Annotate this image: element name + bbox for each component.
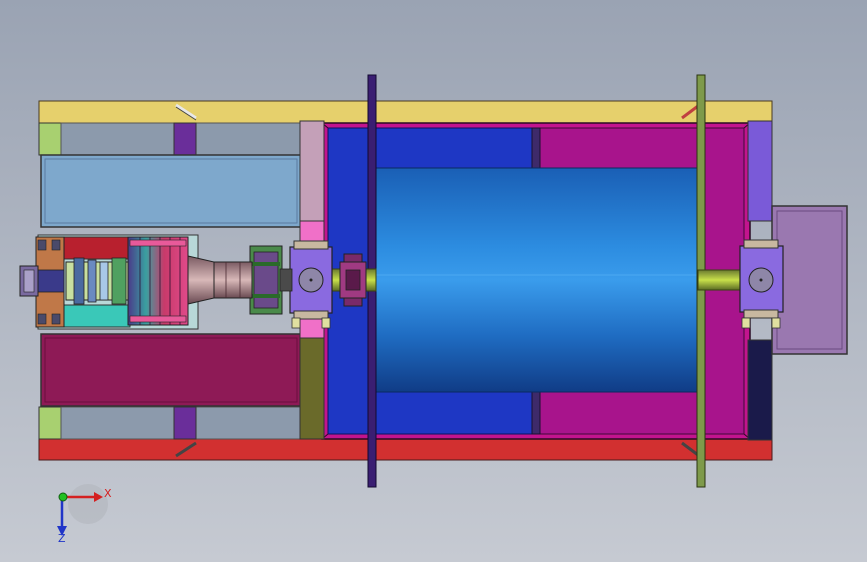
gear-reducer-flange-bottom <box>129 315 187 323</box>
cad-viewport[interactable]: X Z <box>0 0 867 562</box>
frame-top-beam <box>38 100 773 124</box>
frame-left-post-top <box>38 122 62 156</box>
panel-light-top[interactable] <box>40 154 302 228</box>
z-axis-label: Z <box>58 532 66 545</box>
shaft-right[interactable] <box>697 269 743 291</box>
shaft-coupling[interactable] <box>249 245 293 315</box>
support-column-right-bottom[interactable] <box>747 339 773 441</box>
support-column-right-top[interactable] <box>747 120 773 222</box>
panel-dark-bottom[interactable] <box>40 333 302 407</box>
coordinate-triad <box>57 484 108 536</box>
gear-reducer[interactable] <box>127 236 189 326</box>
drum-flange-coupling[interactable] <box>339 253 367 307</box>
bearing-block-right[interactable] <box>739 239 784 329</box>
encoder[interactable] <box>19 265 39 297</box>
frame-bottom-beam <box>38 437 773 461</box>
triad-origin <box>58 492 68 502</box>
model-canvas <box>19 74 848 536</box>
motor-clamp[interactable] <box>35 236 65 328</box>
support-column-left-top[interactable] <box>299 120 325 222</box>
support-column-left-bottom[interactable] <box>299 336 325 440</box>
frame-left-post-bottom <box>38 406 62 440</box>
frame-cross-member-top <box>173 122 197 156</box>
bearing-block-left[interactable] <box>289 240 333 329</box>
gear-reducer-flange-top <box>129 239 187 247</box>
input-brake[interactable] <box>65 257 129 305</box>
frame-cross-member-bottom <box>173 406 197 440</box>
x-axis-label: X <box>104 487 112 500</box>
output-hub[interactable] <box>187 255 253 305</box>
drum[interactable] <box>373 167 699 393</box>
